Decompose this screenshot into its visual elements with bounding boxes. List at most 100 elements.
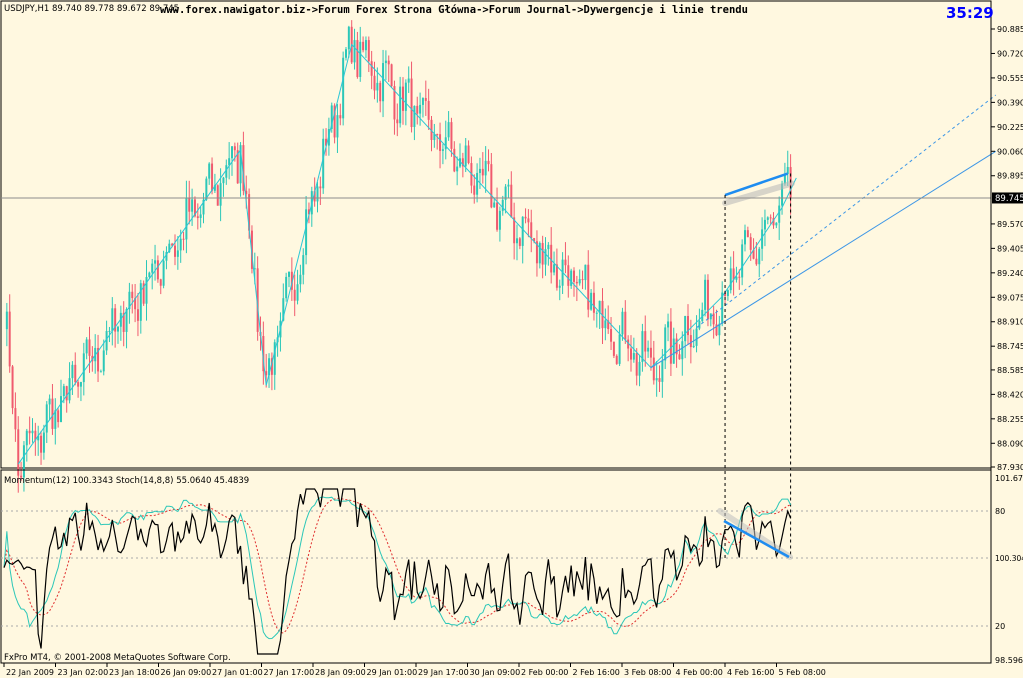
- candle-body: [179, 238, 182, 251]
- candle-body: [687, 316, 689, 336]
- candle-body: [527, 218, 530, 223]
- indicator-tick-label: 101.676: [995, 474, 1023, 483]
- candle-body: [530, 222, 533, 239]
- candle-body: [68, 378, 71, 401]
- candle-body: [518, 238, 521, 246]
- candle-body: [424, 98, 427, 101]
- candle-body: [288, 271, 290, 277]
- candle-body: [647, 347, 650, 352]
- candle-body: [404, 82, 407, 111]
- candle-body: [293, 289, 296, 301]
- candle-body: [758, 248, 761, 265]
- candle-body: [208, 163, 211, 179]
- candle-body: [22, 445, 25, 478]
- chart-window[interactable]: 90.885 90.720 90.555 90.390 90.225 90.060 89.8…: [0, 0, 1023, 678]
- candle-body: [570, 270, 573, 286]
- candle-body: [25, 430, 28, 446]
- candle-body: [370, 61, 373, 76]
- candle-body: [159, 279, 162, 286]
- candle-body: [356, 40, 359, 77]
- candle-body: [362, 41, 365, 51]
- candle-body: [726, 290, 729, 296]
- candle-body: [45, 404, 48, 433]
- candle-body: [17, 429, 20, 476]
- candle-body: [775, 222, 778, 226]
- candle-body: [538, 243, 541, 264]
- price-tick-label: 88.585: [997, 366, 1023, 375]
- candle-body: [379, 82, 382, 102]
- candle-body: [108, 330, 111, 332]
- candle-body: [40, 435, 43, 453]
- candle-body: [11, 366, 14, 409]
- candle-body: [644, 331, 647, 352]
- candle-body: [464, 145, 467, 167]
- candle-body: [117, 326, 119, 332]
- candle-body: [692, 345, 695, 348]
- price-tick-label: 90.720: [997, 49, 1023, 58]
- candle-body: [111, 308, 114, 331]
- indicator-tick-label: 98.5969: [995, 656, 1023, 665]
- candle-body: [151, 263, 154, 273]
- candle-body: [62, 386, 65, 397]
- candle-body: [28, 430, 31, 434]
- candle-body: [684, 316, 687, 342]
- copyright-footer: FxPro MT4, © 2001-2008 MetaQuotes Softwa…: [4, 653, 231, 663]
- candle-body: [655, 378, 658, 381]
- indicator-tick-label: 80: [995, 507, 1005, 516]
- candle-body: [31, 430, 34, 434]
- candle-body: [399, 86, 402, 124]
- candle-body: [148, 272, 151, 277]
- candle-body: [322, 138, 325, 189]
- candle-body: [498, 210, 501, 230]
- candle-body: [410, 78, 413, 127]
- candle-body: [367, 40, 370, 62]
- candle-body: [698, 321, 701, 329]
- candle-body: [427, 100, 430, 120]
- candle-body: [407, 78, 410, 83]
- candle-body: [154, 260, 157, 264]
- time-tick-label: 30 Jan 09:00: [470, 668, 521, 677]
- price-tick-label: 90.555: [997, 74, 1023, 83]
- candle-body: [524, 216, 527, 219]
- candle-body: [79, 382, 82, 387]
- candle-body: [741, 244, 744, 278]
- price-tick-label: 90.885: [997, 25, 1023, 34]
- candle-body: [778, 205, 781, 223]
- candle-body: [384, 60, 387, 64]
- candle-body: [77, 382, 80, 387]
- candle-body: [453, 148, 456, 172]
- candle-body: [316, 186, 319, 202]
- candle-body: [632, 353, 635, 360]
- candle-body: [501, 199, 504, 211]
- candle-body: [285, 276, 288, 299]
- time-tick-label: 2 Feb 16:00: [573, 668, 620, 677]
- candle-body: [188, 197, 191, 212]
- candle-body: [65, 386, 68, 401]
- price-tick-label: 89.895: [997, 172, 1023, 181]
- candle-body: [744, 230, 746, 245]
- candle-body: [319, 186, 322, 189]
- candle-body: [672, 338, 675, 364]
- candle-body: [347, 26, 350, 50]
- price-tick-label: 88.420: [997, 390, 1023, 399]
- price-tick-label: 88.910: [997, 318, 1023, 327]
- candle-body: [661, 360, 664, 382]
- candle-body: [516, 238, 518, 244]
- current-price-label: 89.745: [995, 194, 1023, 204]
- candle-body: [131, 291, 134, 299]
- time-tick-label: 26 Jan 09:00: [161, 668, 212, 677]
- candle-body: [387, 60, 390, 65]
- time-tick-label: 23 Jan 18:00: [109, 668, 160, 677]
- candle-body: [664, 327, 667, 361]
- candle-body: [57, 410, 60, 423]
- candle-body: [595, 312, 598, 314]
- candle-body: [216, 185, 219, 206]
- candle-body: [376, 82, 379, 91]
- candle-body: [199, 214, 202, 218]
- time-tick-label: 4 Feb 00:00: [676, 668, 723, 677]
- candle-body: [156, 260, 159, 280]
- indicator-label: Momentum(12) 100.3343 Stoch(14,8,8) 55.0…: [4, 476, 249, 486]
- time-tick-label: 23 Jan 02:00: [58, 668, 109, 677]
- candle-body: [382, 63, 385, 102]
- candle-body: [48, 398, 51, 405]
